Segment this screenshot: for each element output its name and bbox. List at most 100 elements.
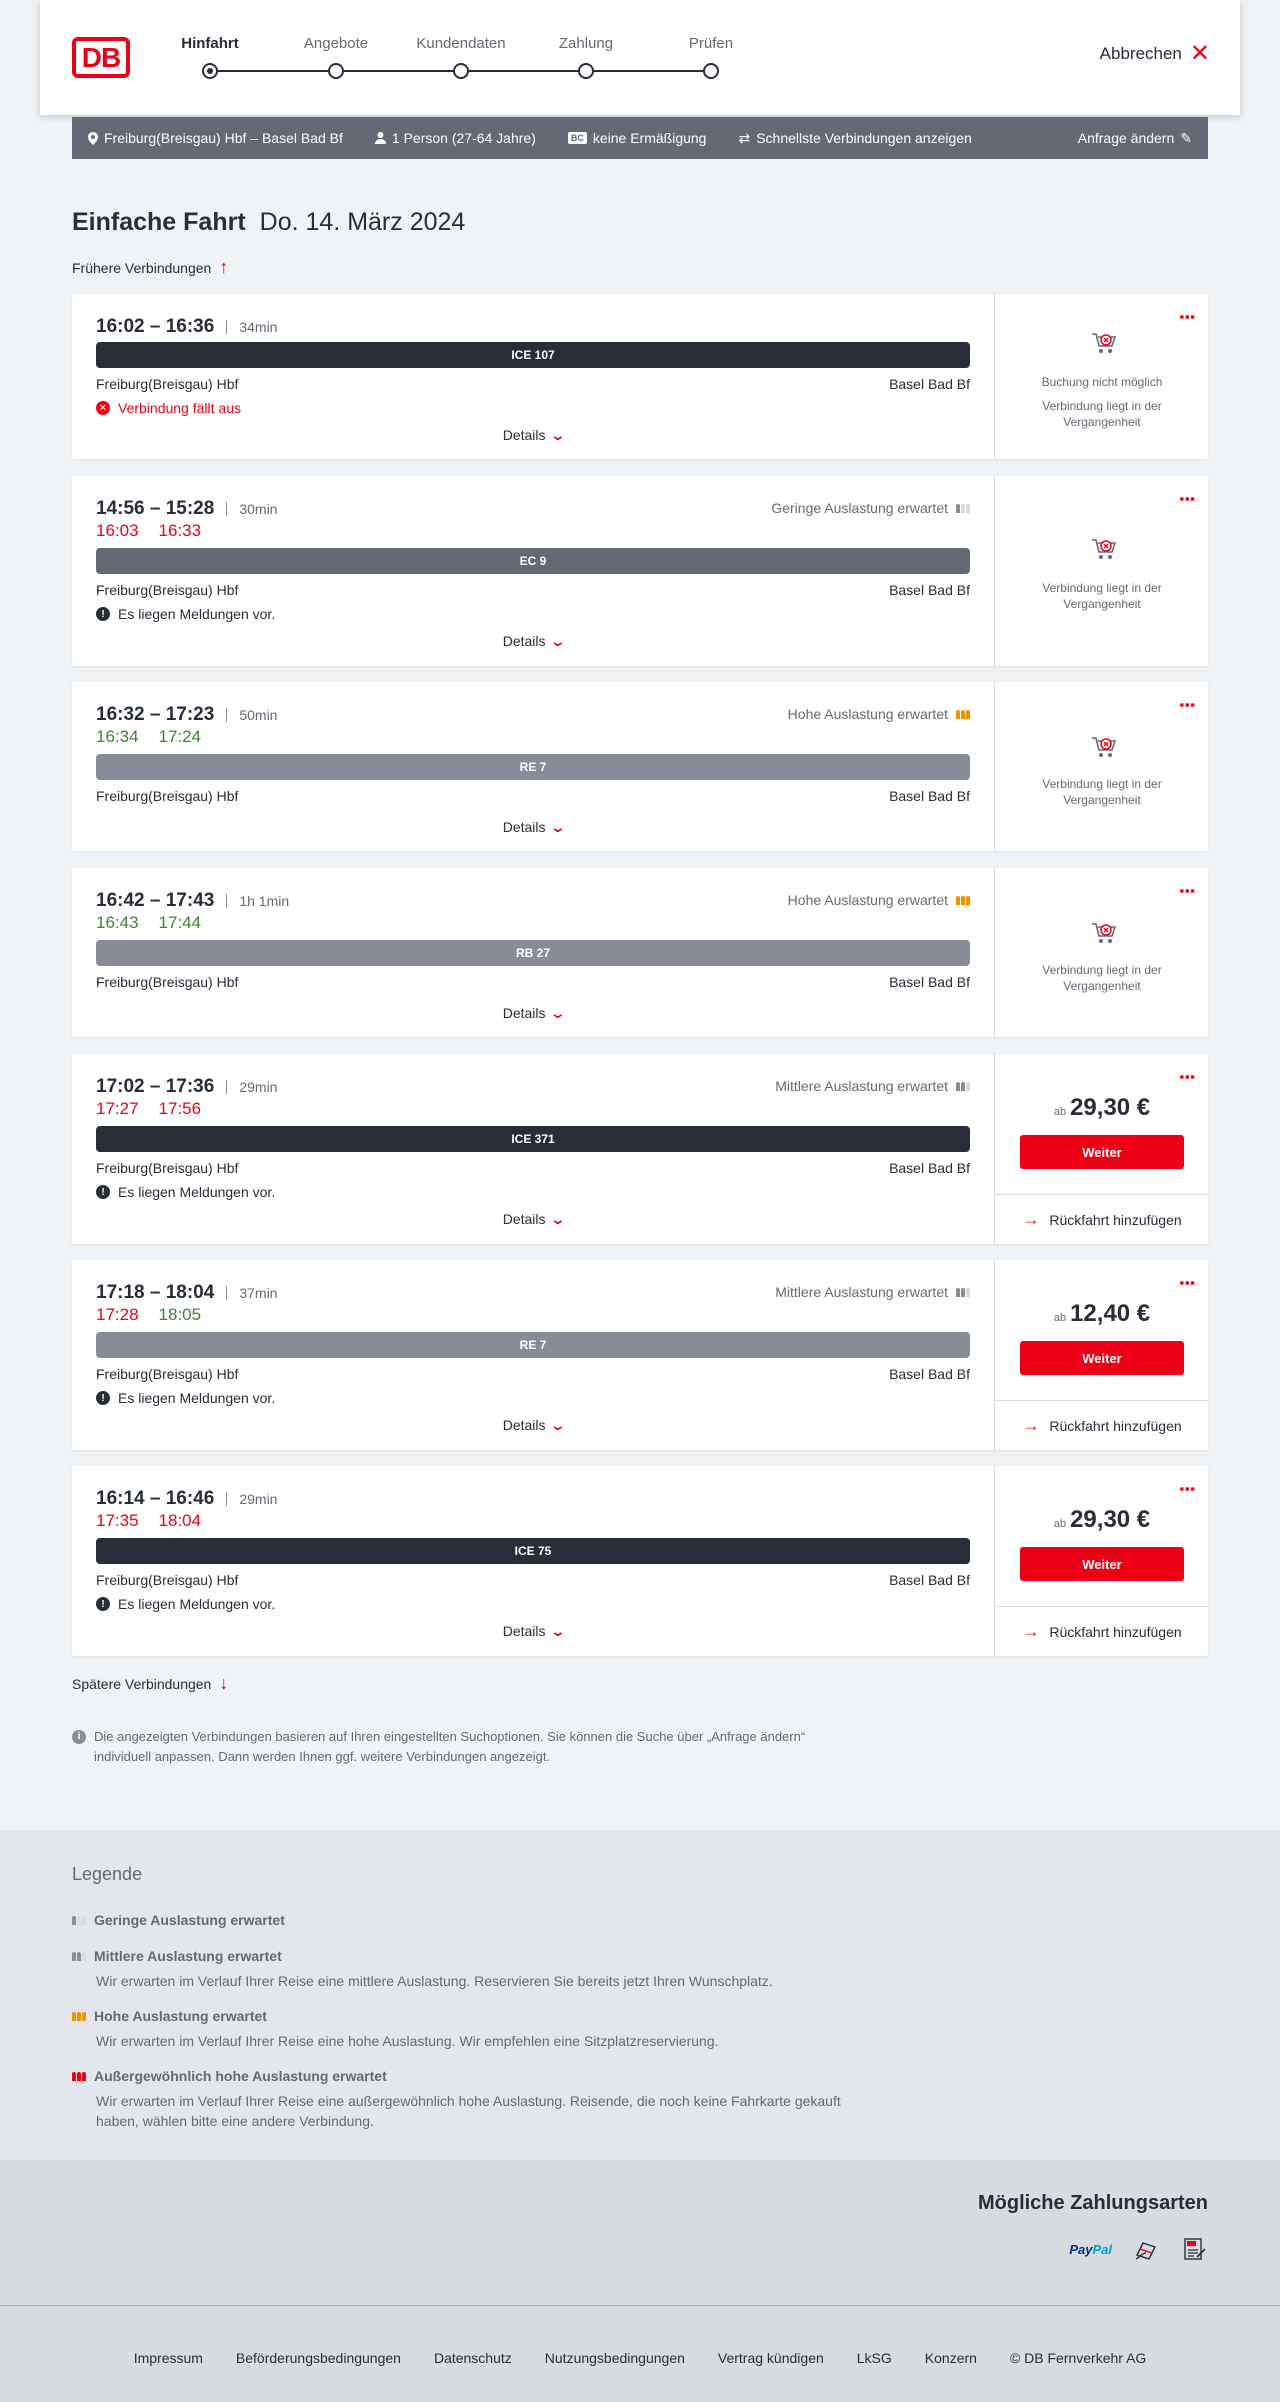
step-dot [453,63,469,79]
price: ab 29,30 € [995,1506,1209,1534]
connection-times: 17:18 – 18:04 37min [96,1282,277,1304]
cart-unavailable-icon [1092,737,1117,757]
price-prefix: ab [1053,1106,1067,1118]
add-return-label: Rückfahrt hinzufügen [1049,1211,1182,1228]
time-range: 16:42 – 17:43 [96,890,215,911]
legend-item-title: Außergewöhnlich hohe Auslastung erwartet [94,2068,387,2084]
details-label: Details [502,427,546,443]
from-station: Freiburg(Breisgau) Hbf [96,788,239,804]
details-toggle[interactable]: Details ⌄ [72,1417,994,1434]
connection-card: 17:18 – 18:04 37min Mittlere Auslastung e… [72,1260,1209,1450]
header: DB Hinfahrt Angebote Kundendaten Zahlung… [40,0,1240,115]
more-options-icon[interactable]: ⋮ [1177,308,1197,326]
payment-section: Mögliche Zahlungsarten PayPal [0,2160,1280,2305]
details-label: Details [502,633,546,649]
occupancy-low-icon [72,1915,86,1925]
details-label: Details [502,1211,546,1227]
time-range: 16:14 – 16:46 [96,1488,215,1509]
booking-unavailable-title: Buchung nicht möglich [1041,375,1163,389]
more-options-icon[interactable]: ⋮ [1177,1274,1197,1292]
from-station: Freiburg(Breisgau) Hbf [96,974,239,990]
arrow-down-icon: ↓ [219,1673,229,1693]
earlier-connections-link[interactable]: Frühere Verbindungen ↑ [72,257,228,278]
footer-copyright: © DB Fernverkehr AG [1009,2350,1147,2366]
realtime-departure: 16:03 [96,521,139,540]
db-logo[interactable]: DB [72,37,130,78]
add-return-button[interactable]: → Rückfahrt hinzufügen [995,1400,1209,1450]
info-note: i Die angezeigten Verbindungen basieren … [72,1727,852,1767]
realtime-departure: 17:27 [96,1099,139,1118]
price-value: 29,30 € [1070,1094,1151,1121]
details-toggle[interactable]: Details ⌄ [72,1623,994,1640]
connection-times: 16:02 – 16:36 34min [96,316,277,338]
trip-type: Einfache Fahrt [72,208,246,236]
details-toggle[interactable]: Details ⌄ [72,427,994,444]
cancel-label: Abbrechen [1099,44,1182,63]
occupancy-text: Geringe Auslastung erwartet [771,500,948,516]
unavailable-text: Verbindung liegt in der Vergangenheit [1042,963,1162,993]
more-options-icon[interactable]: ⋮ [1177,490,1197,508]
later-connections-link[interactable]: Spätere Verbindungen ↓ [72,1673,228,1694]
from-station: Freiburg(Breisgau) Hbf [96,582,239,598]
footer-link-lksg[interactable]: LkSG [857,2350,892,2366]
person-icon [374,132,386,144]
step-zahlung: Zahlung [526,34,646,79]
train-bar: EC 9 [96,548,970,574]
more-options-icon[interactable]: ⋮ [1177,1068,1197,1086]
more-options-icon[interactable]: ⋮ [1177,696,1197,714]
footer-link-konzern[interactable]: Konzern [925,2350,977,2366]
legend-item: Außergewöhnlich hohe Auslastung erwartet… [72,2068,872,2131]
continue-button[interactable]: Weiter [1020,1547,1184,1581]
add-return-button[interactable]: → Rückfahrt hinzufügen [995,1194,1209,1244]
footer: Impressum Beförderungsbedingungen Datens… [0,2305,1280,2402]
details-toggle[interactable]: Details ⌄ [72,1211,994,1228]
info-text: Die angezeigten Verbindungen basieren au… [94,1729,806,1764]
occupancy-low-icon [956,503,970,513]
add-return-button[interactable]: → Rückfahrt hinzufügen [995,1606,1209,1656]
footer-link-nutzungsbedingungen[interactable]: Nutzungsbedingungen [545,2350,685,2366]
footer-link-befoerderungsbedingungen[interactable]: Beförderungsbedingungen [236,2350,401,2366]
add-return-label: Rückfahrt hinzufügen [1049,1623,1182,1640]
summary-discount-text: keine Ermäßigung [592,130,707,146]
continue-button[interactable]: Weiter [1020,1341,1184,1375]
chevron-down-icon: ⌄ [549,1005,566,1021]
legend-item-desc: Wir erwarten im Verlauf Ihrer Reise eine… [96,1973,773,1989]
more-options-icon[interactable]: ⋮ [1177,882,1197,900]
more-options-icon[interactable]: ⋮ [1177,1480,1197,1498]
details-toggle[interactable]: Details ⌄ [72,1005,994,1022]
arrow-right-icon: → [1022,1209,1040,1229]
realtime-arrival: 17:44 [158,913,202,932]
to-station: Basel Bad Bf [889,788,970,804]
occupancy-high-icon [72,2011,86,2021]
details-toggle[interactable]: Details ⌄ [72,633,994,650]
legend-item-title: Mittlere Auslastung erwartet [94,1948,282,1964]
details-toggle[interactable]: Details ⌄ [72,819,994,836]
continue-button[interactable]: Weiter [1020,1135,1184,1169]
summary-option: ⇄ Schnellste Verbindungen anzeigen [738,130,971,147]
edit-request-button[interactable]: Anfrage ändern ✎ [1078,130,1192,147]
footer-link-impressum[interactable]: Impressum [134,2350,203,2366]
footer-link-datenschutz[interactable]: Datenschutz [434,2350,512,2366]
cancel-button[interactable]: Abbrechen ✕ [1099,42,1210,66]
earlier-connections-label: Frühere Verbindungen [72,259,212,276]
add-return-label: Rückfahrt hinzufügen [1049,1417,1182,1434]
footer-link-vertrag-kuendigen[interactable]: Vertrag kündigen [718,2350,824,2366]
step-kundendaten: Kundendaten [401,34,521,79]
search-summary-bar: Freiburg(Breisgau) Hbf – Basel Bad Bf 1 … [72,117,1208,159]
to-station: Basel Bad Bf [889,1160,970,1176]
duration: 34min [226,320,277,334]
realtime-departure: 17:28 [96,1305,139,1324]
step-hinfahrt[interactable]: Hinfahrt [150,34,270,79]
connection-card: 14:56 – 15:28 30min Geringe Auslastung er… [72,476,1208,666]
train-bar: ICE 107 [96,342,970,368]
cart-unavailable-icon [1092,333,1117,353]
from-station: Freiburg(Breisgau) Hbf [96,1160,239,1176]
to-station: Basel Bad Bf [889,1572,970,1588]
to-station: Basel Bad Bf [889,376,970,392]
legend-item-title: Geringe Auslastung erwartet [94,1912,285,1928]
arrow-right-icon: → [1022,1415,1040,1435]
time-range: 17:02 – 17:36 [96,1076,215,1097]
error-icon: ✕ [96,401,110,415]
legend-section: Legende Geringe Auslastung erwartet Mitt… [0,1830,1280,2160]
location-pin-icon [88,131,98,145]
